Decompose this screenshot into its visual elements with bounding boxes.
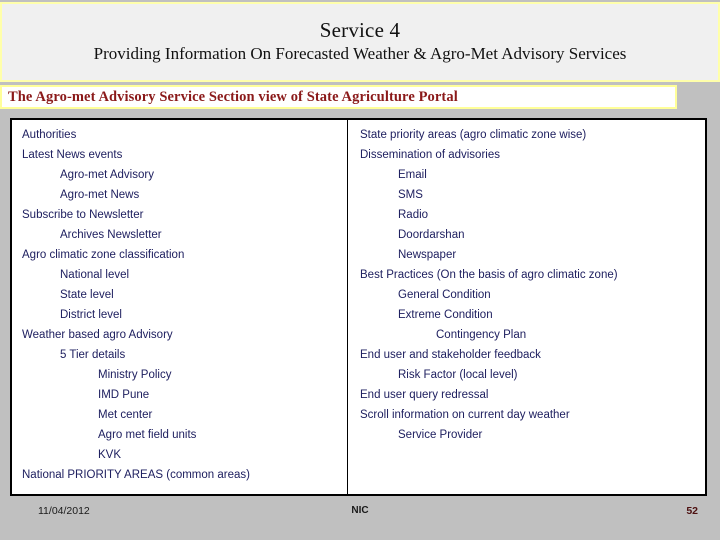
footer-organization: NIC — [351, 505, 369, 516]
right-column-item: General Condition — [398, 289, 491, 301]
right-column-item: End user query redressal — [360, 389, 489, 401]
left-column-item: Ministry Policy — [98, 369, 172, 381]
left-column-item: Met center — [98, 409, 153, 421]
section-banner-label: The Agro-met Advisory Service Section vi… — [8, 88, 458, 105]
right-column-item: Dissemination of advisories — [360, 149, 500, 161]
left-column-item: Archives Newsletter — [60, 229, 162, 241]
right-column-item: Extreme Condition — [398, 309, 493, 321]
left-column-item: Agro-met Advisory — [60, 169, 154, 181]
right-column-item: End user and stakeholder feedback — [360, 349, 541, 361]
left-column-item: National PRIORITY AREAS (common areas) — [22, 469, 250, 481]
left-column-item: Authorities — [22, 129, 77, 141]
footer-page-number: 52 — [686, 505, 698, 517]
left-column-item: National level — [60, 269, 130, 281]
left-column-item: Latest News events — [22, 149, 123, 161]
slide-footer: 11/04/2012 NIC 52 — [0, 496, 720, 540]
right-column-item: Newspaper — [398, 249, 457, 261]
right-column-item: Doordarshan — [398, 229, 465, 241]
right-column-item: Radio — [398, 209, 429, 221]
right-column-item: State priority areas (agro climatic zone… — [360, 129, 587, 141]
page-subtitle: Providing Information On Forecasted Weat… — [93, 43, 627, 63]
left-column-item: KVK — [98, 449, 122, 461]
right-column: State priority areas (agro climatic zone… — [348, 120, 705, 494]
left-column-item: IMD Pune — [98, 389, 150, 401]
right-column-item: Service Provider — [398, 429, 483, 441]
left-column-item: Agro climatic zone classification — [22, 249, 185, 261]
left-column-item: 5 Tier details — [60, 349, 126, 361]
left-column-item: Agro met field units — [98, 429, 197, 441]
section-banner: The Agro-met Advisory Service Section vi… — [0, 85, 677, 109]
left-column-item: Weather based agro Advisory — [22, 329, 173, 341]
left-column: Authorities Latest News events Agro-met Ad… — [12, 120, 348, 494]
right-column-item: SMS — [398, 189, 423, 201]
page-title: Service 4 — [319, 18, 401, 43]
right-column-item: Contingency Plan — [436, 329, 527, 341]
left-column-item: State level — [60, 289, 114, 301]
left-column-item: Subscribe to Newsletter — [22, 209, 144, 221]
content-frame: Authorities Latest News events Agro-met Ad… — [10, 118, 707, 496]
right-column-item: Email — [398, 169, 427, 181]
left-column-item: Agro-met News — [60, 189, 140, 201]
right-column-item: Best Practices (On the basis of agro cli… — [360, 269, 618, 281]
left-column-item: District level — [60, 309, 122, 321]
right-column-item: Scroll information on current day weathe… — [360, 409, 570, 421]
right-column-item: Risk Factor (local level) — [398, 369, 518, 381]
slide-title-box: Service 4 Providing Information On Forec… — [0, 2, 720, 82]
